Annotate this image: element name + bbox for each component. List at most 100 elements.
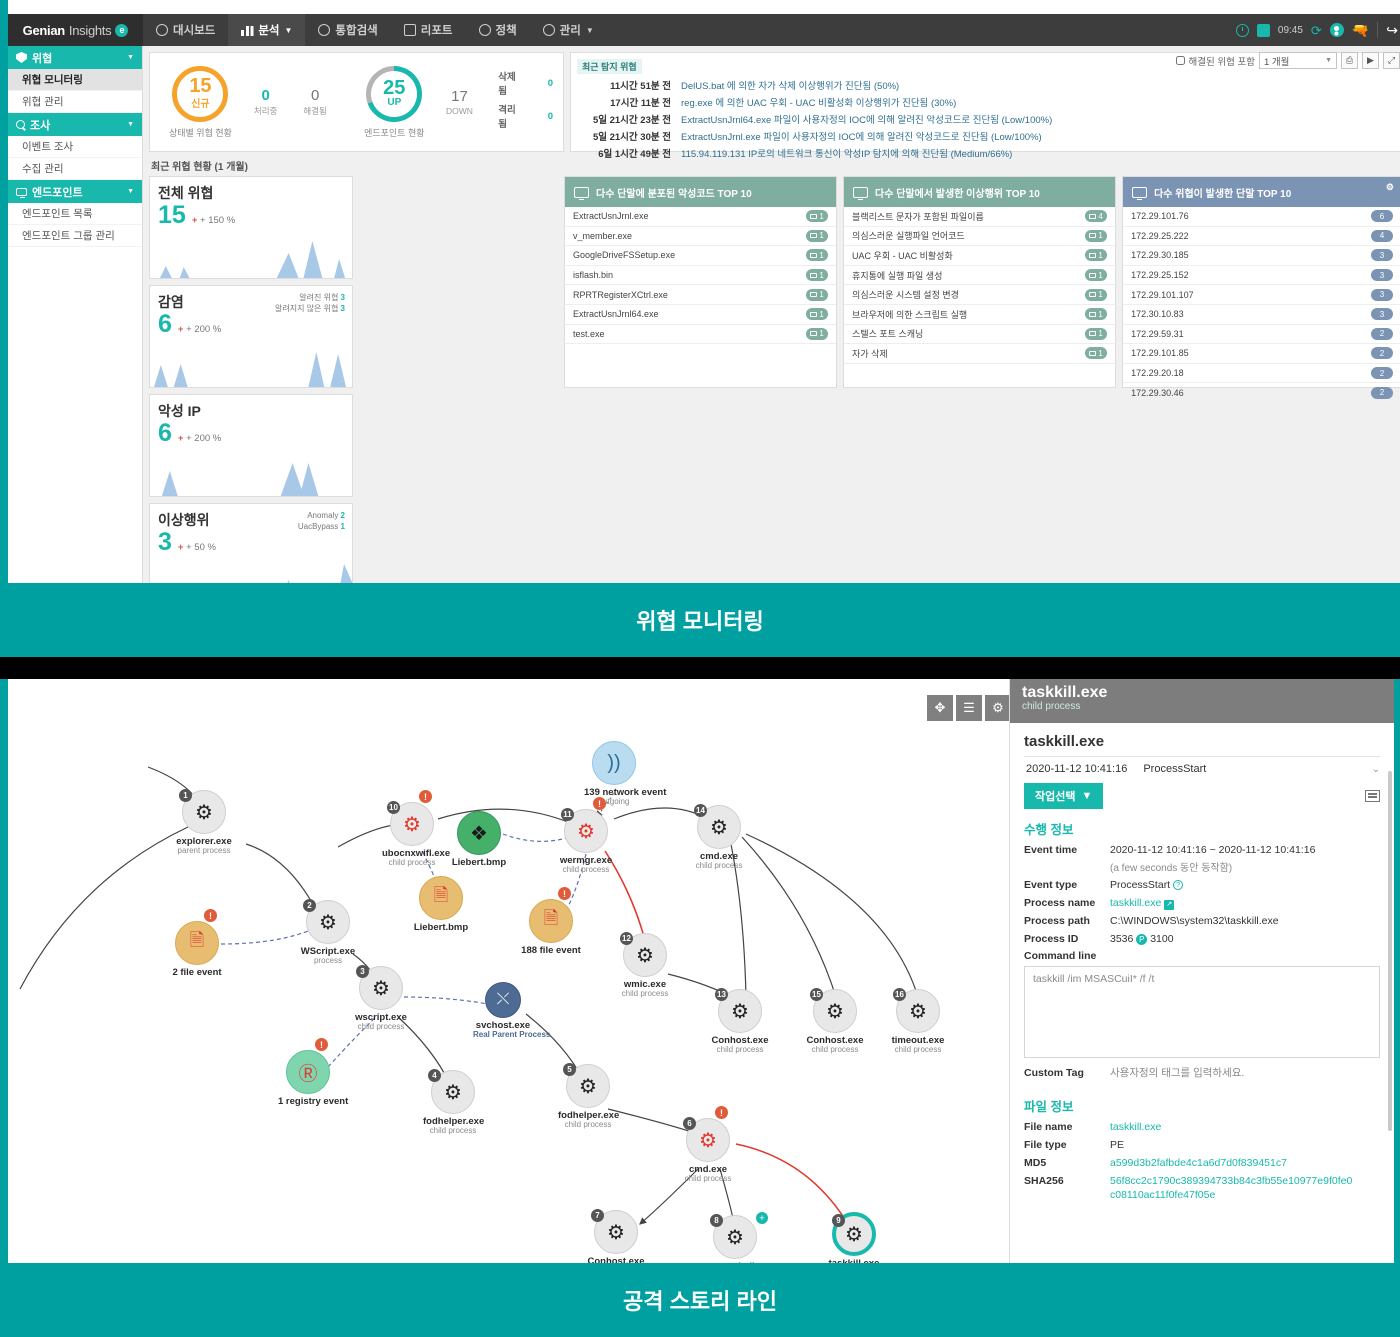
top10-row[interactable]: 172.30.10.83 3 (1123, 305, 1400, 325)
top10-row[interactable]: 의심스러운 실행파일 언어코드 1 (844, 227, 1116, 247)
nav-item-admin[interactable]: 관리 ▼ (530, 14, 607, 46)
graph-node-conhost2[interactable]: ⚙ 15 Conhost.exe child process (805, 988, 865, 1054)
top10-row[interactable]: v_member.exe 1 (565, 227, 837, 247)
graph-node-liebertbmp1[interactable]: ❖ Liebert.bmp (449, 811, 509, 868)
square-icon[interactable] (1256, 23, 1270, 37)
graph-node-file188[interactable]: 🗎! 188 file event (521, 887, 581, 956)
threat-row[interactable]: 5일 21시간 23분 전 ExtractUsnJrnl64.exe 파일이 사… (577, 110, 1395, 127)
graph-node-registry1[interactable]: Ⓡ! 1 registry event (278, 1038, 348, 1107)
refresh-icon[interactable]: ⟳ (1311, 24, 1322, 37)
graph-node-ubocnx[interactable]: ⚙ 10! ubocnxwifl.exe child process (382, 790, 450, 867)
top10-row[interactable]: 자가 삭제 1 (844, 344, 1116, 364)
nav-item-policy[interactable]: 정책 (466, 14, 530, 46)
threat-row[interactable]: 6일 1시간 49분 전 115.94.119.131 IP로의 네트워크 통신… (577, 144, 1395, 161)
graph-node-powershell[interactable]: ⚙8+powershell.exechild process (705, 1212, 773, 1263)
graph-node-wscript2[interactable]: ⚙ 3 wscript.exe child process (351, 965, 411, 1031)
threat-card-infection[interactable]: 감염 6 + + 200 % 알려진 위협 3 알려지지 않은 위협 3 (149, 285, 353, 388)
fullscreen-button[interactable]: ⤢ (1383, 52, 1400, 69)
graph-node-file2[interactable]: 🗎! 2 file event (167, 909, 227, 978)
threat-row[interactable]: 5일 21시간 30분 전 ExtractUsnJrnl.exe 파일이 사용자… (577, 127, 1395, 144)
expand-badge-icon[interactable]: + (756, 1212, 768, 1224)
top10-row[interactable]: UAC 우회 - UAC 비활성화 1 (844, 246, 1116, 266)
logout-icon[interactable]: ↪ (1386, 22, 1398, 39)
graph-node-cmd2[interactable]: ⚙ 6! cmd.exe child process (678, 1106, 738, 1183)
graph-node-fodhelper2[interactable]: ⚙ 5 fodhelper.exe child process (558, 1063, 619, 1129)
chevron-down-icon[interactable]: ⌄ (1372, 764, 1380, 775)
top10-row[interactable]: 172.29.25.152 3 (1123, 266, 1400, 286)
sidebar-group-endpoint[interactable]: 엔드포인트 ▼ (8, 180, 142, 203)
sidebar-item-threat-monitoring[interactable]: 위협 모니터링 (8, 69, 142, 91)
clock-icon[interactable] (1235, 23, 1249, 37)
custom-tag-input[interactable]: 사용자정의 태그를 입력하세요. (1110, 1066, 1244, 1080)
scrollbar[interactable] (1388, 771, 1392, 1131)
graph-node-explorer[interactable]: ⚙ 1 explorer.exe parent process (174, 789, 234, 855)
graph-node-wscript1[interactable]: ⚙ 2 WScript.exe process (298, 899, 358, 965)
sidebar-group-threat[interactable]: 위협 ▼ (8, 46, 142, 69)
top10-row[interactable]: isflash.bin 1 (565, 266, 837, 286)
top10-row[interactable]: 블랙리스트 문자가 포함된 파일이름 4 (844, 207, 1116, 227)
top10-row[interactable]: GoogleDriveFSSetup.exe 1 (565, 246, 837, 266)
graph-node-fodhelper1[interactable]: ⚙ 4 fodhelper.exe child process (423, 1069, 484, 1135)
top10-row[interactable]: 스텔스 포트 스캐닝 1 (844, 325, 1116, 345)
period-select[interactable]: 1 개월 ▼ (1259, 52, 1337, 69)
sidebar-item-endpoint-group[interactable]: 엔드포인트 그룹 관리 (8, 225, 142, 247)
play-button[interactable]: ▶ (1362, 52, 1379, 69)
top10-row[interactable]: 의심스러운 시스템 설정 변경 1 (844, 285, 1116, 305)
graph-node-timeout[interactable]: ⚙ 16 timeout.exe child process (888, 988, 948, 1054)
top10-row[interactable]: 172.29.25.222 4 (1123, 227, 1400, 247)
graph-node-wermgr[interactable]: ⚙ 11! wermgr.exe child process (556, 797, 616, 874)
list-view-icon[interactable] (1365, 790, 1380, 802)
threat-card-anomaly[interactable]: 이상행위 3 + + 50 % Anomaly 2 UacBypass 1 (149, 503, 353, 583)
user-icon[interactable] (1329, 23, 1344, 37)
top10-row[interactable]: 172.29.59.31 2 (1123, 325, 1400, 345)
top10-row[interactable]: 172.29.101.76 6 (1123, 207, 1400, 227)
top10-row[interactable]: 172.29.30.185 3 (1123, 246, 1400, 266)
top10-row[interactable]: 172.29.20.18 2 (1123, 364, 1400, 384)
nav-item-analysis[interactable]: 분석 ▼ (228, 14, 306, 46)
threat-card-malicious-ip[interactable]: 악성 IP 6 + + 200 % (149, 394, 353, 497)
action-select-button[interactable]: 작업선택 ▼ (1024, 783, 1104, 809)
graph-node-network139[interactable]: )) 139 network event outgoing (584, 741, 666, 806)
nav-item-report[interactable]: 리포트 (391, 14, 466, 46)
top10-row[interactable]: RPRTRegisterXCtrl.exe 1 (565, 285, 837, 305)
row-value[interactable]: 56f8cc2c1790c389394733b84c3fb55e10977e9f… (1110, 1174, 1355, 1202)
threat-row[interactable]: 11시간 51분 전 DelUS.bat 에 의한 자가 삭제 이상행위가 진단… (577, 76, 1395, 93)
graph-node-svchost[interactable]: ⤬ svchost.exe Real Parent Process (473, 982, 550, 1039)
top10-row[interactable]: 172.29.101.107 3 (1123, 285, 1400, 305)
row-value[interactable]: a599d3b2fafbde4c1a6d7d0f839451c7 (1110, 1156, 1287, 1170)
sidebar-item-threat-management[interactable]: 위협 관리 (8, 91, 142, 113)
top10-row[interactable]: ExtractUsnJrnl.exe 1 (565, 207, 837, 227)
include-resolved-input[interactable] (1175, 56, 1185, 65)
threat-card-total[interactable]: 전체 위협 15 + + 150 % (149, 176, 353, 279)
graph-node-conhost1[interactable]: ⚙ 13 Conhost.exe child process (710, 988, 770, 1054)
graph-node-wmic[interactable]: ⚙ 12 wmic.exe child process (615, 932, 675, 998)
graph-node-conhost3[interactable]: ⚙7Conhost.exechild process (586, 1209, 646, 1263)
graph-node-taskkill[interactable]: ⚙9taskkill.exechild process (824, 1212, 884, 1263)
command-line-box[interactable]: taskkill /im MSASCuiI* /f /t (1024, 966, 1380, 1058)
graph-node-liebertbmp2[interactable]: 🗎 Liebert.bmp (411, 876, 471, 933)
help-icon[interactable]: ? (1173, 880, 1184, 890)
external-link-icon[interactable]: ↗ (1164, 900, 1175, 910)
threat-row[interactable]: 17시간 11분 전 reg.exe 에 의한 UAC 우회 - UAC 비활성… (577, 93, 1395, 110)
sidebar-group-investigation[interactable]: 조사 ▼ (8, 113, 142, 136)
nav-item-dashboard[interactable]: 대시보드 (143, 14, 228, 46)
graph-node-cmd1[interactable]: ⚙ 14 cmd.exe child process (689, 804, 749, 870)
gear-icon[interactable]: ⚙ (1386, 182, 1394, 193)
sidebar-item-event-investigation[interactable]: 이벤트 조사 (8, 136, 142, 158)
top10-row[interactable]: 휴지통에 실행 파일 생성 1 (844, 266, 1116, 286)
top10-row[interactable]: test.exe 1 (565, 325, 837, 345)
row-value[interactable]: taskkill.exe (1110, 1120, 1161, 1134)
top10-row[interactable]: 172.29.101.85 2 (1123, 344, 1400, 364)
nav-item-search[interactable]: 통합검색 (305, 14, 390, 46)
detail-event-summary[interactable]: 2020-11-12 10:41:16 ProcessStart ⌄ (1024, 757, 1380, 775)
sidebar-item-endpoint-list[interactable]: 엔드포인트 목록 (8, 203, 142, 225)
gun-icon[interactable]: 🔫 (1352, 22, 1369, 39)
top10-row[interactable]: 브라우저에 의한 스크립트 실행 1 (844, 305, 1116, 325)
sidebar-item-collection-management[interactable]: 수집 관리 (8, 158, 142, 180)
print-button[interactable]: ⎙ (1341, 52, 1358, 69)
row-value[interactable]: taskkill.exe (1110, 897, 1161, 909)
top10-row[interactable]: 172.29.30.46 2 (1123, 383, 1400, 403)
top10-row[interactable]: ExtractUsnJrnl64.exe 1 (565, 305, 837, 325)
row-value: C:\WINDOWS\system32\taskkill.exe (1110, 915, 1279, 927)
include-resolved-checkbox[interactable]: 해결된 위협 포함 (1175, 54, 1255, 68)
